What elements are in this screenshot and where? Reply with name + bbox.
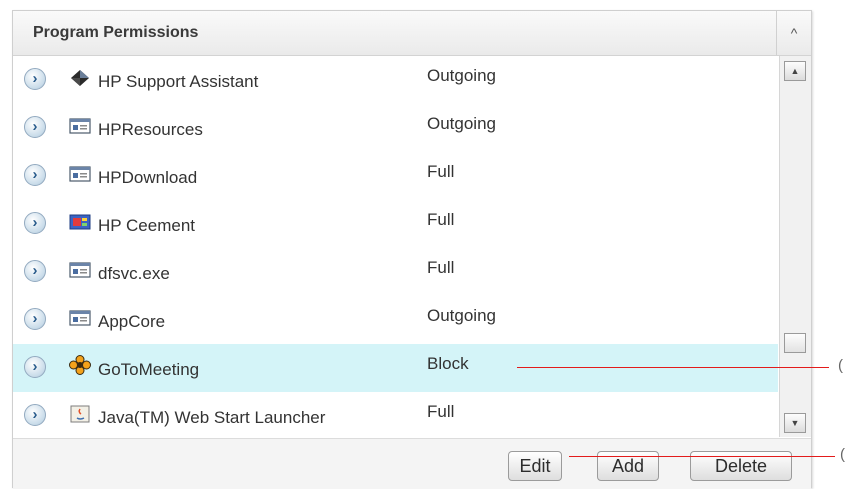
permission-value: Outgoing [427,66,496,85]
expand-row-button[interactable]: › [24,212,46,234]
callout-marker: ( [838,357,843,374]
list-item[interactable]: › HP Support Assistant Outgoing [13,56,778,105]
permission-value: Outgoing [427,306,496,325]
chevron-right-icon: › [32,406,38,423]
chevron-right-icon: › [32,214,38,231]
chevron-right-icon: › [32,310,38,327]
expand-row-button[interactable]: › [24,116,46,138]
colored-app-icon [69,214,91,230]
chevron-right-icon: › [32,358,38,375]
permission-value: Full [427,210,455,229]
expand-row-button[interactable]: › [24,260,46,282]
gotomeeting-flower-icon [69,355,91,375]
chevron-right-icon: › [32,118,38,135]
window-app-icon [69,118,91,134]
scrollbar-thumb[interactable] [784,333,806,353]
chevron-up-icon: ^ [790,25,798,41]
list-item-selected[interactable]: › GoToMeeting Block [13,344,778,393]
collapse-button[interactable]: ^ [776,11,811,55]
list-item[interactable]: › dfsvc.exe Full [13,248,778,297]
permission-value: Outgoing [427,114,496,133]
callout-marker: ( [840,446,845,463]
callout-line-selected-row [517,367,829,368]
chevron-right-icon: › [32,166,38,183]
permission-value: Full [427,402,455,421]
program-list: › HP Support Assistant Outgoing › HPReso… [13,56,778,437]
list-item[interactable]: › HPResources Outgoing [13,104,778,153]
expand-row-button[interactable]: › [24,68,46,90]
expand-row-button[interactable]: › [24,308,46,330]
permission-value: Full [427,162,455,181]
permission-value: Block [427,354,469,373]
program-name: AppCore [98,312,166,331]
program-name: HP Support Assistant [98,72,259,91]
panel-title: Program Permissions [33,24,199,41]
callout-line-edit-button [569,456,835,457]
list-item[interactable]: › Java(TM) Web Start Launcher Full [13,392,778,437]
list-item[interactable]: › HP Ceement Full [13,200,778,249]
program-name: GoToMeeting [98,360,200,379]
expand-row-button[interactable]: › [24,164,46,186]
chevron-right-icon: › [32,262,38,279]
program-name: HPResources [98,120,203,139]
expand-row-button[interactable]: › [24,356,46,378]
list-item[interactable]: › HPDownload Full [13,152,778,201]
permission-value: Full [427,258,455,277]
window-app-icon [69,310,91,326]
scroll-up-button[interactable]: ▲ [784,61,806,81]
java-icon [70,405,90,423]
program-name: HP Ceement [98,216,196,235]
hp-support-icon [71,70,89,86]
program-name: HPDownload [98,168,198,187]
window-app-icon [69,262,91,278]
program-name: dfsvc.exe [98,264,170,283]
panel-header: Program Permissions ^ [13,11,811,56]
list-scrollbar[interactable]: ▲ ▼ [779,56,811,437]
program-name: Java(TM) Web Start Launcher [98,408,326,427]
window-app-icon [69,166,91,182]
panel-footer: Edit Add Delete [13,438,811,489]
scroll-down-button[interactable]: ▼ [784,413,806,433]
arrow-up-icon: ▲ [790,66,800,76]
chevron-right-icon: › [32,70,38,87]
list-item[interactable]: › AppCore Outgoing [13,296,778,345]
program-permissions-panel: Program Permissions ^ › HP Support Assis… [12,10,812,489]
arrow-down-icon: ▼ [790,418,800,428]
edit-button[interactable]: Edit [508,451,562,481]
expand-row-button[interactable]: › [24,404,46,426]
